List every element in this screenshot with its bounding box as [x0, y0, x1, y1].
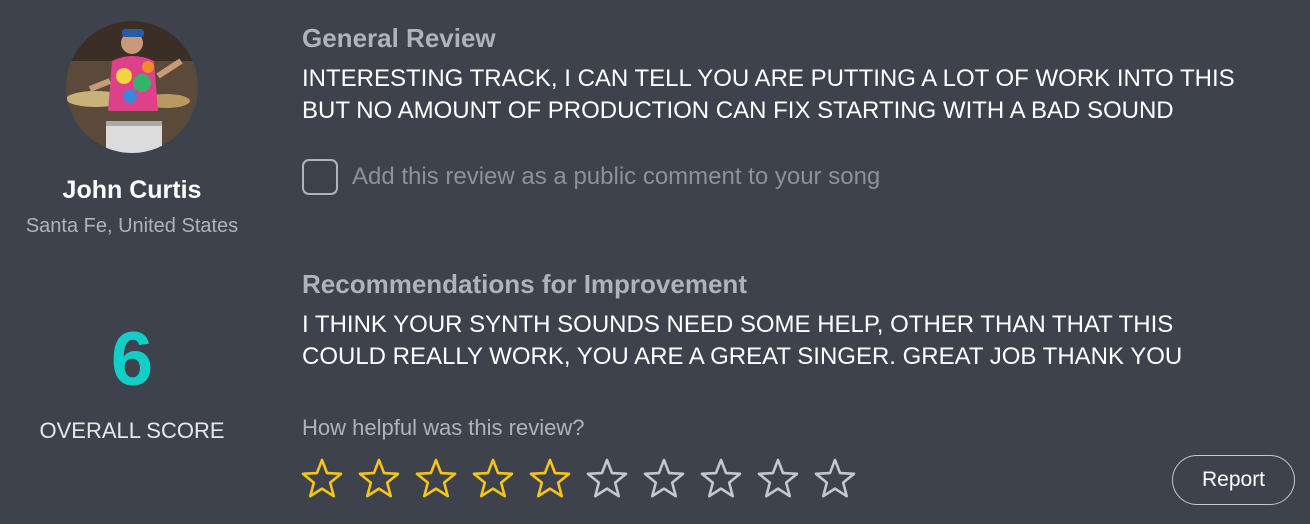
review-card: John Curtis Santa Fe, United States 6 OV…	[0, 0, 1310, 524]
star-icon[interactable]	[813, 457, 857, 501]
reviewer-name: John Curtis	[62, 176, 202, 204]
public-comment-option[interactable]: Add this review as a public comment to y…	[302, 157, 880, 197]
helpfulness-rating	[300, 457, 870, 501]
star-icon[interactable]	[585, 457, 629, 501]
star-icon[interactable]	[357, 457, 401, 501]
avatar	[66, 21, 198, 153]
star-icon[interactable]	[300, 457, 344, 501]
star-icon[interactable]	[471, 457, 515, 501]
helpful-question: How helpful was this review?	[302, 415, 585, 440]
public-comment-label: Add this review as a public comment to y…	[352, 163, 881, 190]
recommendations-heading: Recommendations for Improvement	[302, 269, 747, 299]
public-comment-checkbox[interactable]	[302, 159, 338, 195]
general-review-heading: General Review	[302, 23, 496, 53]
general-review-text: INTERESTING TRACK, I CAN TELL YOU ARE PU…	[302, 65, 1235, 124]
star-icon[interactable]	[528, 457, 572, 501]
overall-score-value: 6	[110, 317, 154, 402]
overall-score-label: OVERALL SCORE	[39, 418, 225, 443]
reviewer-panel: John Curtis Santa Fe, United States 6 OV…	[0, 0, 264, 524]
star-icon[interactable]	[699, 457, 743, 501]
star-icon[interactable]	[642, 457, 686, 501]
star-icon[interactable]	[414, 457, 458, 501]
reviewer-location: Santa Fe, United States	[25, 215, 239, 237]
recommendations-text: I THINK YOUR SYNTH SOUNDS NEED SOME HELP…	[302, 311, 1183, 370]
star-icon[interactable]	[756, 457, 800, 501]
report-button[interactable]: Report	[1172, 455, 1295, 505]
